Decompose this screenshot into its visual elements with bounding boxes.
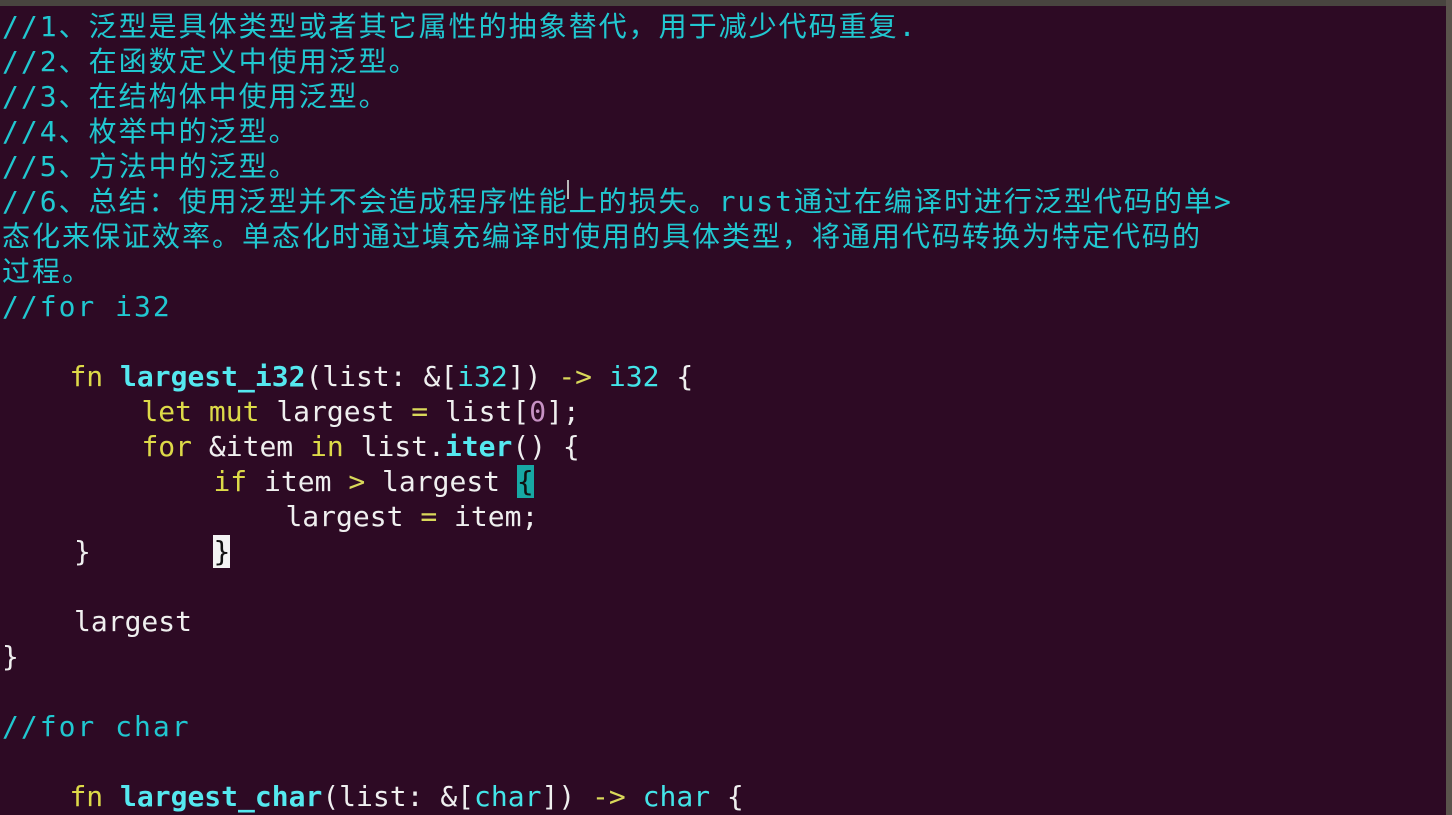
terminal-code-editor[interactable]: //1、泛型是具体类型或者其它属性的抽象替代，用于减少代码重复. //2、在函数… [0, 6, 1446, 815]
return-largest-line: largest [74, 605, 193, 638]
comment-line-4: //4、枚举中的泛型。 [2, 115, 299, 148]
for-closing-brace: } [74, 535, 91, 568]
function-closing-brace: } [2, 640, 19, 673]
if-closing-brace-line: } [146, 499, 231, 568]
return-arrow: -> [592, 780, 626, 813]
return-type-char: char [642, 780, 711, 813]
comment-line-3: //3、在结构体中使用泛型。 [2, 80, 389, 113]
assignment-line: largest = item; [218, 464, 538, 533]
comment-for-char: //for char [2, 710, 191, 743]
let-mut-largest-line: let mut largest = list[0]; [74, 359, 579, 428]
equals-operator: = [420, 500, 438, 533]
comment-line-6: //6、总结：使用泛型并不会造成程序性能上的损失。rust通过在编译时进行泛型代… [2, 185, 1233, 218]
mouse-text-cursor-icon [567, 180, 569, 199]
largest-variable: largest [285, 500, 404, 533]
open-brace: { [659, 360, 694, 393]
wrapped-comment-tail: 过程。 [2, 255, 93, 288]
function-signature-char: fn largest_char(list: &[char]) -> char { [2, 744, 743, 813]
let-mut-largest-char-line: let mut largest = list[0]; [74, 779, 580, 814]
comment-line-1: //1、泛型是具体类型或者其它属性的抽象替代，用于减少代码重复. [2, 10, 918, 43]
item-assignment: item; [454, 500, 539, 533]
comment-for-i32: //for i32 [2, 290, 172, 323]
right-window-border [1446, 0, 1452, 815]
function-signature-i32: fn largest_i32(list: &[i32]) -> i32 { [2, 324, 693, 393]
comment-line-2: //2、在函数定义中使用泛型。 [2, 45, 419, 78]
return-type-i32: i32 [608, 360, 660, 393]
comment-line-5: //5、方法中的泛型。 [2, 150, 299, 183]
for-open-brace: { [546, 430, 580, 463]
open-brace: { [710, 780, 744, 813]
if-line: if item > largest { [146, 429, 534, 498]
cursor-closing-brace[interactable]: } [213, 535, 231, 568]
wrapped-comment-line: 态化来保证效率。单态化时通过填充编译时使用的具体类型，将通用代码转换为特定代码的 [2, 220, 1203, 253]
for-loop-line: for &item in list.iter() { [74, 394, 579, 463]
